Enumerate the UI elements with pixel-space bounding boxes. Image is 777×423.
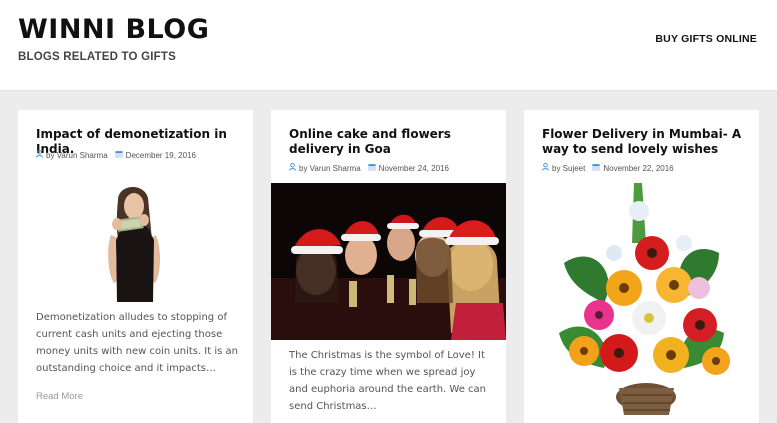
calendar-icon [367, 163, 376, 173]
site-title[interactable]: WINNI BLOG [18, 14, 209, 45]
post-date[interactable]: November 24, 2016 [379, 164, 449, 173]
site-header: WINNI BLOG BLOGS RELATED TO GIFTS BUY GI… [0, 0, 777, 91]
post-card: Flower Delivery in Mumbai- A way to send… [524, 110, 759, 423]
user-icon [289, 162, 296, 173]
user-icon [36, 149, 43, 160]
post-title[interactable]: Online cake and flowers delivery in Goa [289, 127, 492, 157]
post-meta: by Varun Sharma December 19, 2016 [36, 149, 196, 160]
post-title[interactable]: Flower Delivery in Mumbai- A way to send… [542, 127, 745, 157]
user-icon [542, 162, 549, 173]
post-excerpt: Demonetization alludes to stopping of cu… [36, 312, 238, 374]
post-image-christmas-party[interactable] [271, 183, 506, 340]
post-author[interactable]: by Varun Sharma [299, 164, 361, 173]
post-date[interactable]: November 22, 2016 [603, 164, 673, 173]
post-card: Impact of demonetization in India. by Va… [18, 110, 253, 423]
post-meta: by Varun Sharma November 24, 2016 [289, 162, 449, 173]
post-date[interactable]: December 19, 2016 [126, 151, 196, 160]
calendar-icon [592, 163, 601, 173]
post-image-flower-bouquet[interactable] [524, 183, 759, 423]
nav-buy-gifts-online[interactable]: BUY GIFTS ONLINE [655, 33, 757, 45]
post-author[interactable]: by Sujeet [552, 164, 585, 173]
read-more-link[interactable]: Read More [36, 391, 83, 402]
post-meta: by Sujeet November 22, 2016 [542, 162, 674, 173]
post-excerpt: The Christmas is the symbol of Love! It … [289, 350, 487, 412]
site-description: BLOGS RELATED TO GIFTS [18, 51, 176, 63]
post-author[interactable]: by Varun Sharma [46, 151, 108, 160]
calendar-icon [114, 150, 123, 160]
post-card: Online cake and flowers delivery in Goa … [271, 110, 506, 423]
post-image-woman-holding-cash[interactable] [18, 180, 253, 305]
